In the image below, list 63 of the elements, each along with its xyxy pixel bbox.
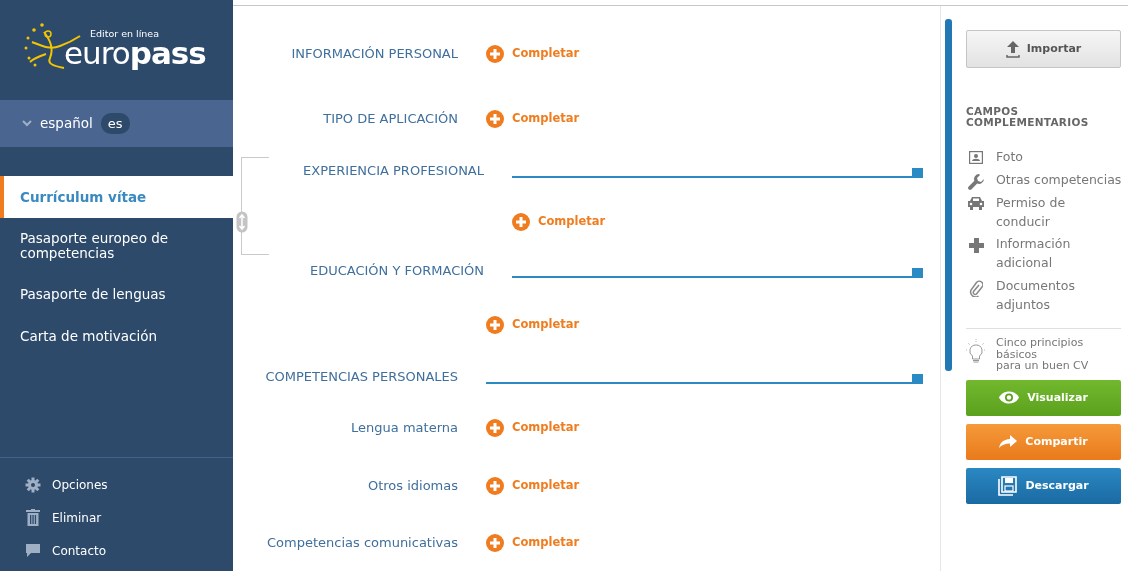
add-circle-icon: [486, 477, 504, 495]
section-heading: EDUCACIÓN Y FORMACIÓN: [309, 263, 484, 278]
section-heading: COMPETENCIAS PERSONALES: [265, 369, 458, 384]
chat-icon[interactable]: [25, 543, 41, 558]
car-icon: [967, 196, 985, 210]
language-code-badge: es: [100, 112, 130, 135]
trash-icon[interactable]: [26, 509, 40, 526]
section-heading: EXPERIENCIA PROFESIONAL: [303, 163, 484, 178]
complete-link[interactable]: Completar: [512, 213, 606, 231]
photo-icon: [969, 151, 983, 165]
add-circle-icon: [512, 213, 530, 231]
sidebar-item[interactable]: Pasaporte de lenguas: [0, 273, 233, 315]
complete-link[interactable]: Completar: [486, 316, 580, 334]
complete-link[interactable]: Completar: [486, 45, 580, 63]
paperclip-icon: [969, 279, 983, 297]
collapse-handle[interactable]: [912, 168, 923, 178]
scrollbar[interactable]: [945, 19, 952, 371]
lightbulb-icon: [966, 339, 986, 364]
collapse-handle[interactable]: [912, 374, 923, 384]
section-label: Competencias comunicativas: [266, 535, 458, 551]
reorder-handle-icon[interactable]: [236, 211, 248, 233]
share-button[interactable]: Compartir: [966, 423, 1121, 460]
optional-field-link[interactable]: Otras competencias: [966, 170, 1122, 190]
floppy-disk-icon: [998, 475, 1018, 496]
section-label: INFORMACIÓN PERSONAL: [291, 46, 458, 62]
complete-link[interactable]: Completar: [486, 110, 580, 128]
section-heading: CAMPOS COMPLEMENTARIOS: [966, 106, 1090, 129]
section-label: Otros idiomas: [367, 478, 458, 494]
optional-field-link[interactable]: Permiso de conducir: [966, 193, 1076, 232]
optional-field-link[interactable]: Documentos adjuntos: [966, 276, 1076, 315]
import-button[interactable]: Importar: [966, 30, 1121, 68]
sidebar-item[interactable]: Currículum vítae: [0, 176, 233, 218]
logo-tagline: Editor en línea: [90, 28, 160, 39]
add-circle-icon: [486, 419, 504, 437]
sidebar-action[interactable]: Eliminar: [0, 501, 233, 534]
add-circle-icon: [486, 110, 504, 128]
section-label: TIPO DE APLICACIÓN: [323, 111, 458, 127]
language-selector[interactable]: español es: [0, 100, 233, 147]
plus-icon: [968, 238, 984, 254]
language-name: español: [40, 114, 93, 134]
collapse-handle[interactable]: [912, 268, 923, 278]
sidebar-action[interactable]: Contacto: [0, 534, 233, 567]
sidebar-item[interactable]: Carta de motivación: [0, 315, 233, 358]
optional-field-link[interactable]: Información adicional: [966, 235, 1076, 273]
add-circle-icon: [486, 45, 504, 63]
tip-link[interactable]: Cinco principios básicos para un buen CV: [996, 337, 1121, 372]
share-arrow-icon: [999, 435, 1018, 449]
complete-link[interactable]: Completar: [486, 477, 580, 495]
complete-link[interactable]: Completar: [486, 419, 580, 437]
optional-field-link[interactable]: Foto: [966, 148, 1023, 167]
view-button[interactable]: Visualizar: [966, 379, 1121, 416]
sidebar-action[interactable]: Opciones: [0, 468, 233, 501]
chevron-down-icon: [22, 120, 32, 127]
add-circle-icon: [486, 316, 504, 334]
sidebar-item[interactable]: Pasaporte europeo de competencias: [0, 218, 233, 273]
upload-icon: [1005, 40, 1020, 58]
eye-icon: [999, 391, 1020, 405]
settings-icon[interactable]: [25, 476, 41, 493]
wrench-icon: [968, 173, 984, 190]
section-label: Lengua materna: [351, 420, 458, 436]
download-button[interactable]: Descargar: [966, 467, 1121, 504]
complete-link[interactable]: Completar: [486, 534, 580, 552]
add-circle-icon: [486, 534, 504, 552]
